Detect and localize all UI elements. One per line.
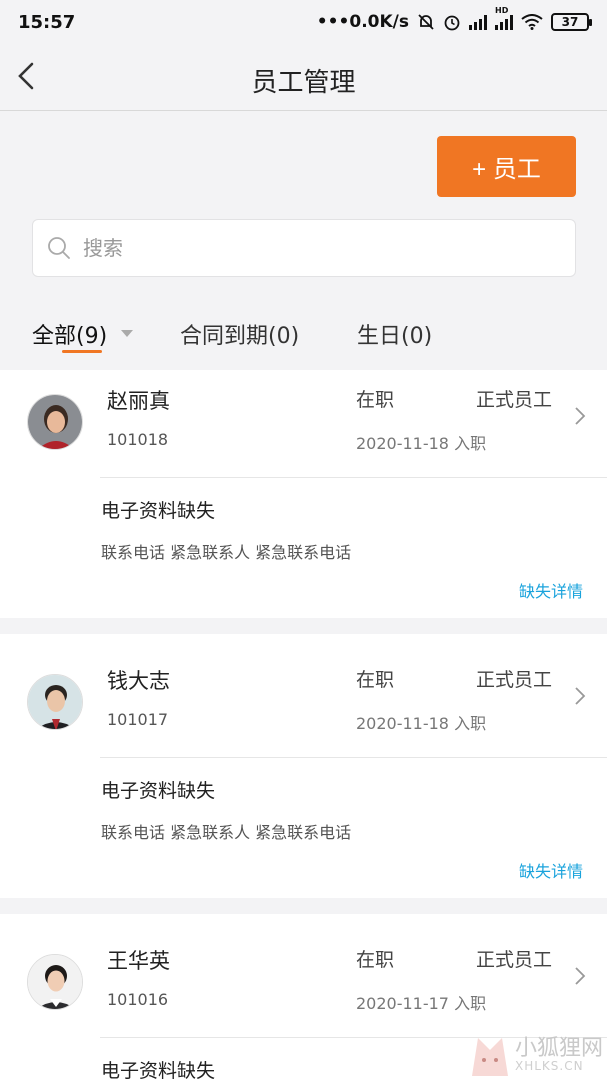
employee-id: 101018 <box>107 430 169 449</box>
alarm-icon <box>444 15 460 31</box>
mute-bell-icon <box>418 14 434 30</box>
filter-tabs: 全部(9) 合同到期(0) 生日(0) <box>0 300 607 370</box>
missing-info-title: 电子资料缺失 <box>101 500 216 522</box>
employment-status: 在职 <box>356 389 395 411</box>
status-bar: 15:57 •••0.0K/s HD 37 <box>0 0 607 44</box>
search-input[interactable] <box>83 236 523 260</box>
tab-all[interactable]: 全部(9) <box>32 318 107 350</box>
missing-info-title: 电子资料缺失 <box>101 1060 216 1080</box>
employee-id: 101016 <box>107 990 169 1009</box>
missing-info-items: 联系电话 紧急联系人 紧急联系电话 <box>101 823 352 842</box>
missing-details-link[interactable]: 缺失详情 <box>519 858 583 882</box>
nav-bar: 员工管理 <box>0 44 607 111</box>
wifi-icon <box>521 14 543 30</box>
join-date: 2020-11-18 入职 <box>356 714 487 733</box>
join-date: 2020-11-17 入职 <box>356 994 487 1013</box>
avatar-photo-icon <box>28 675 82 729</box>
status-icons: •••0.0K/s HD 37 <box>316 6 592 32</box>
join-date: 2020-11-18 入职 <box>356 434 487 453</box>
employment-status: 在职 <box>356 669 395 691</box>
missing-details-link[interactable]: 缺失详情 <box>519 578 583 602</box>
employee-type: 正式员工 <box>476 949 553 971</box>
employment-status: 在职 <box>356 949 395 971</box>
employee-name: 赵丽真 <box>107 389 170 413</box>
chevron-right-icon[interactable] <box>572 684 588 708</box>
watermark-title: 小狐狸网 <box>515 1036 604 1061</box>
hd-signal-icon: HD <box>495 6 513 30</box>
avatar <box>27 394 83 450</box>
employee-card[interactable]: 钱大志 101017 在职 正式员工 2020-11-18 入职 电子资料缺失 … <box>0 634 607 898</box>
employee-card[interactable]: 赵丽真 101018 在职 正式员工 2020-11-18 入职 电子资料缺失 … <box>0 370 607 618</box>
tab-birthday[interactable]: 生日(0) <box>357 318 432 350</box>
dropdown-caret-icon[interactable] <box>121 330 133 337</box>
chevron-right-icon[interactable] <box>572 404 588 428</box>
network-speed: •••0.0K/s <box>316 12 409 32</box>
search-icon <box>48 237 70 259</box>
missing-info-items: 联系电话 紧急联系人 紧急联系电话 <box>101 543 352 562</box>
page-title: 员工管理 <box>251 68 356 98</box>
avatar-photo-icon <box>28 955 82 1009</box>
watermark-url: XHLKS.CN <box>515 1059 584 1073</box>
search-bar[interactable] <box>32 219 576 277</box>
add-employee-button[interactable]: + 员工 <box>437 136 576 197</box>
divider <box>100 757 607 758</box>
tab-contract-expiry[interactable]: 合同到期(0) <box>180 318 299 350</box>
avatar-photo-icon <box>28 395 82 449</box>
active-tab-indicator <box>62 350 102 353</box>
employee-id: 101017 <box>107 710 169 729</box>
divider <box>100 477 607 478</box>
missing-info-title: 电子资料缺失 <box>101 780 216 802</box>
employee-name: 钱大志 <box>107 669 170 693</box>
status-time: 15:57 <box>18 11 76 33</box>
signal-icon <box>469 14 487 30</box>
employee-name: 王华英 <box>107 949 170 973</box>
employee-type: 正式员工 <box>476 389 553 411</box>
employee-type: 正式员工 <box>476 669 553 691</box>
battery-icon: 37 <box>551 13 592 31</box>
chevron-right-icon[interactable] <box>572 964 588 988</box>
avatar <box>27 674 83 730</box>
avatar <box>27 954 83 1010</box>
